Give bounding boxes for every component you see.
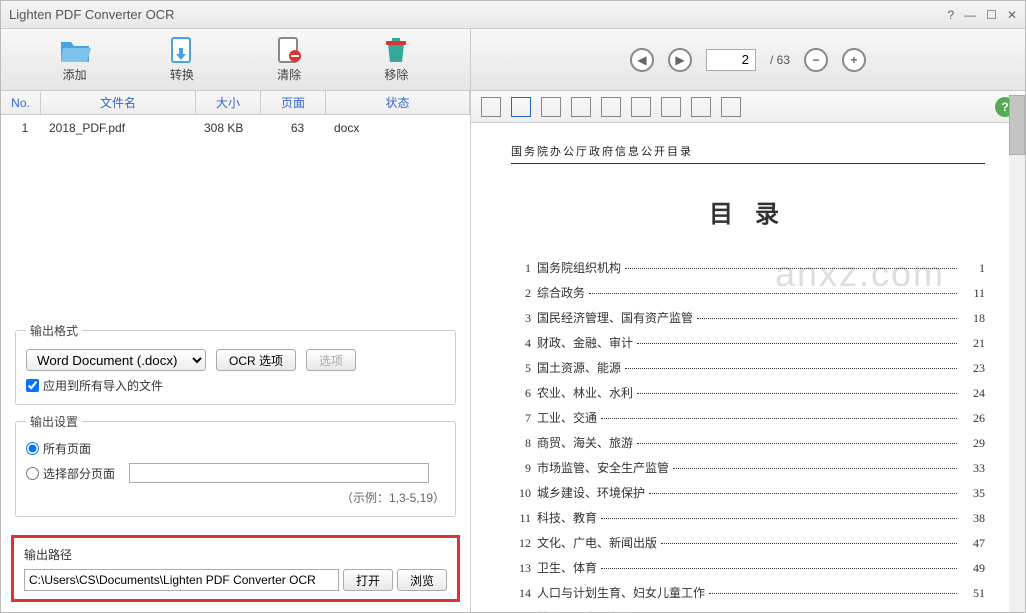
toc-item: 11科技、教育38 <box>511 509 985 526</box>
settings-area: 输出格式 Word Document (.docx) OCR 选项 选项 应用到… <box>1 312 470 535</box>
apply-all-checkbox[interactable] <box>26 379 39 392</box>
toc-item: 13卫生、体育49 <box>511 559 985 576</box>
output-format-group: 输出格式 Word Document (.docx) OCR 选项 选项 应用到… <box>15 322 456 405</box>
apply-all-label: 应用到所有导入的文件 <box>43 377 163 394</box>
document-clear-icon <box>273 36 305 64</box>
select-pages-label: 选择部分页面 <box>43 465 115 482</box>
col-no[interactable]: No. <box>1 92 41 114</box>
browse-button[interactable]: 浏览 <box>397 569 447 591</box>
left-panel: 添加 转换 清除 移除 No. 文件名 大小 页面 <box>1 29 471 612</box>
toc-item: 12文化、广电、新闻出版47 <box>511 534 985 551</box>
grid-icon[interactable] <box>511 97 531 117</box>
crop-icon[interactable] <box>631 97 651 117</box>
output-settings-group: 输出设置 所有页面 选择部分页面 （示例：1,3-5,19） <box>15 413 456 517</box>
right-panel: ◀ ▶ / 63 − + ? anxz.com <box>471 29 1025 612</box>
toc-item: 3国民经济管理、国有资产监管18 <box>511 309 985 326</box>
all-pages-label: 所有页面 <box>43 440 91 457</box>
toc-item: 7工业、交通26 <box>511 409 985 426</box>
doc-title: 目 录 <box>511 194 985 229</box>
col-size[interactable]: 大小 <box>196 90 261 115</box>
toc-item: 1国务院组织机构1 <box>511 259 985 276</box>
zoom-out-button[interactable]: − <box>804 48 828 72</box>
output-settings-legend: 输出设置 <box>26 413 82 430</box>
maximize-icon[interactable]: ☐ <box>986 8 997 22</box>
select-pages-radio[interactable] <box>26 467 39 480</box>
remove-area-icon[interactable] <box>571 97 591 117</box>
document-convert-icon <box>166 36 198 64</box>
col-page[interactable]: 页面 <box>261 90 326 115</box>
col-status[interactable]: 状态 <box>326 90 470 115</box>
window-title: Lighten PDF Converter OCR <box>9 7 174 22</box>
rect-tool-icon[interactable] <box>601 97 621 117</box>
output-path-legend: 输出路径 <box>24 546 447 563</box>
toc-item: 5国土资源、能源23 <box>511 359 985 376</box>
doc-header: 国务院办公厅政府信息公开目录 <box>511 143 985 164</box>
open-button[interactable]: 打开 <box>343 569 393 591</box>
preview-mode-toolbar: ? <box>471 91 1025 123</box>
column-icon[interactable] <box>721 97 741 117</box>
scroll-thumb[interactable] <box>1009 95 1025 155</box>
trash-icon <box>380 36 412 64</box>
file-table-body: 1 2018_PDF.pdf 308 KB 63 docx <box>1 115 470 312</box>
titlebar: Lighten PDF Converter OCR ? — ☐ ✕ <box>1 1 1025 29</box>
convert-button[interactable]: 转换 <box>166 36 198 83</box>
toc-item: 9市场监管、安全生产监管33 <box>511 459 985 476</box>
options-button[interactable]: 选项 <box>306 349 356 371</box>
main-area: 添加 转换 清除 移除 No. 文件名 大小 页面 <box>1 29 1025 612</box>
ocr-options-button[interactable]: OCR 选项 <box>216 349 296 371</box>
format-dropdown[interactable]: Word Document (.docx) <box>26 349 206 371</box>
output-format-legend: 输出格式 <box>26 322 82 339</box>
toc-item: 15劳动、人事、监察53 <box>511 609 985 612</box>
dashed-rect-icon[interactable] <box>661 97 681 117</box>
prev-page-button[interactable]: ◀ <box>630 48 654 72</box>
toc-item: 8商贸、海关、旅游29 <box>511 434 985 451</box>
toc-item: 6农业、林业、水利24 <box>511 384 985 401</box>
folder-open-icon <box>59 36 91 64</box>
select-area-icon[interactable] <box>481 97 501 117</box>
toc-item: 4财政、金融、审计21 <box>511 334 985 351</box>
next-page-button[interactable]: ▶ <box>668 48 692 72</box>
layout-icon[interactable] <box>691 97 711 117</box>
zoom-in-button[interactable]: + <box>842 48 866 72</box>
main-toolbar: 添加 转换 清除 移除 <box>1 29 470 91</box>
page-total-label: / 63 <box>770 53 790 67</box>
close-icon[interactable]: ✕ <box>1007 8 1017 22</box>
image-icon[interactable] <box>541 97 561 117</box>
col-filename[interactable]: 文件名 <box>41 90 196 115</box>
app-window: Lighten PDF Converter OCR ? — ☐ ✕ 添加 转换 <box>0 0 1026 613</box>
preview-toolbar: ◀ ▶ / 63 − + <box>471 29 1025 91</box>
toc-item: 14人口与计划生育、妇女儿童工作51 <box>511 584 985 601</box>
preview-scrollbar[interactable] <box>1009 95 1025 612</box>
page-number-input[interactable] <box>706 49 756 71</box>
help-icon[interactable]: ? <box>947 8 954 22</box>
table-row[interactable]: 1 2018_PDF.pdf 308 KB 63 docx <box>1 115 470 141</box>
toc-list: 1国务院组织机构1 2综合政务11 3国民经济管理、国有资产监管18 4财政、金融、审… <box>511 259 985 612</box>
output-path-input[interactable] <box>24 569 339 591</box>
minimize-icon[interactable]: — <box>964 8 976 22</box>
add-button[interactable]: 添加 <box>59 36 91 83</box>
remove-button[interactable]: 移除 <box>380 36 412 83</box>
all-pages-radio[interactable] <box>26 442 39 455</box>
clear-button[interactable]: 清除 <box>273 36 305 83</box>
page-range-hint: （示例：1,3-5,19） <box>26 489 445 506</box>
file-table-header: No. 文件名 大小 页面 状态 <box>1 91 470 115</box>
toc-item: 10城乡建设、环境保护35 <box>511 484 985 501</box>
output-path-group: 输出路径 打开 浏览 <box>11 535 460 602</box>
page-range-input[interactable] <box>129 463 429 483</box>
preview-page[interactable]: anxz.com 国务院办公厅政府信息公开目录 目 录 1国务院组织机构12综合… <box>471 123 1025 612</box>
toc-item: 2综合政务11 <box>511 284 985 301</box>
